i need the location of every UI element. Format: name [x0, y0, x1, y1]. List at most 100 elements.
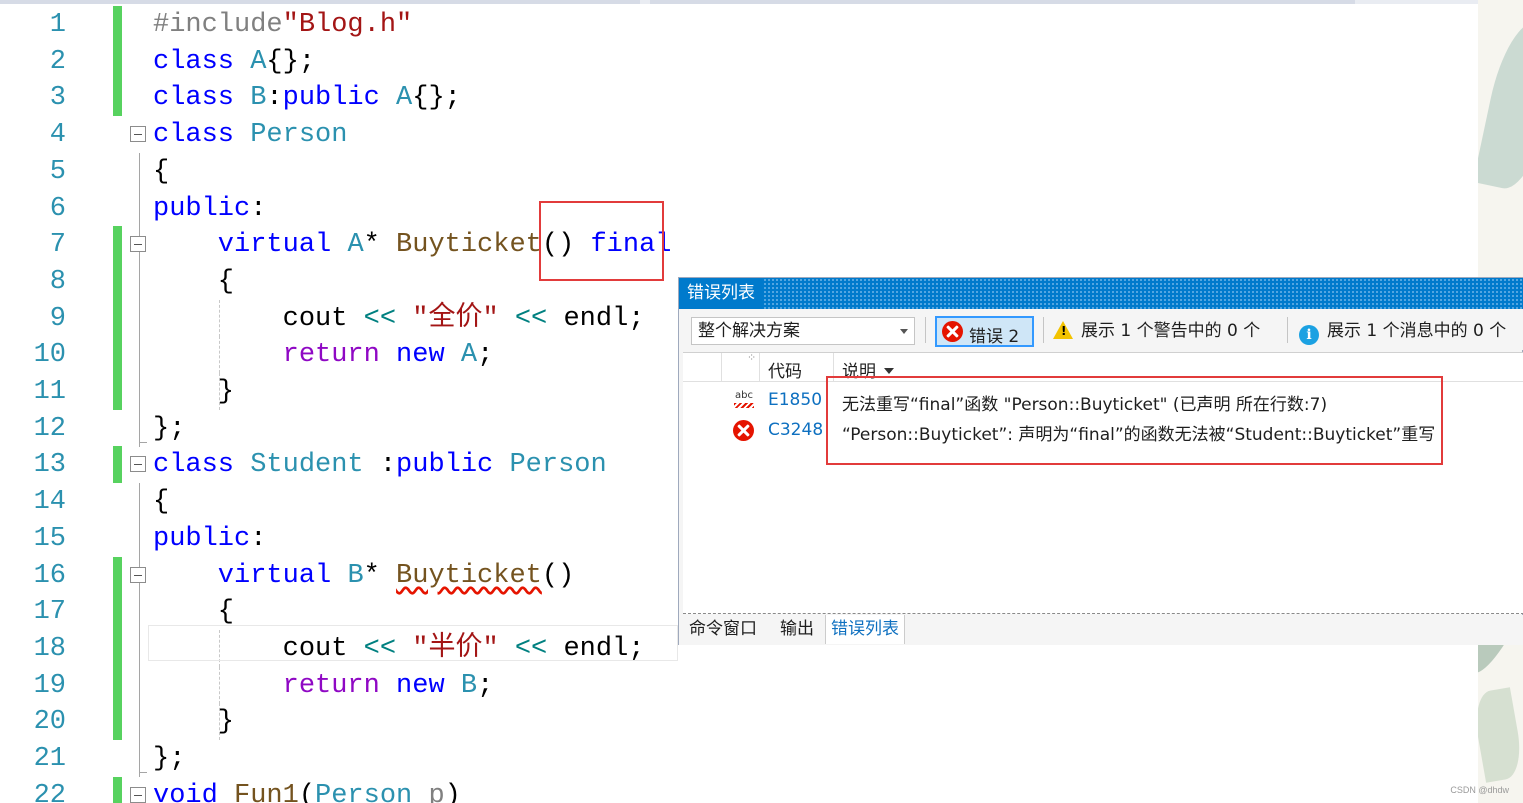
outline-guide [139, 373, 140, 410]
code-text[interactable]: } [153, 705, 234, 739]
code-text[interactable]: { [153, 485, 169, 519]
code-text[interactable]: class B:public A{}; [153, 81, 461, 115]
code-text[interactable]: return new A; [153, 338, 494, 372]
change-indicator-bar [113, 629, 122, 667]
code-line[interactable]: 5{ [0, 152, 1478, 190]
collapse-icon[interactable] [130, 126, 146, 143]
error-code[interactable]: C3248 [768, 420, 823, 440]
code-token: : [266, 83, 283, 114]
code-line[interactable]: 7 virtual A* Buyticket() final [0, 226, 1478, 264]
error-icon [733, 420, 754, 441]
code-token: "Blog.h" [282, 10, 413, 40]
code-token: }; [153, 413, 186, 444]
code-token: public [153, 193, 251, 224]
tab-output[interactable]: 输出 [775, 615, 819, 644]
code-token: new [396, 670, 461, 701]
code-line[interactable]: 1 #include"Blog.h" [0, 6, 1478, 43]
code-token: A [396, 83, 413, 114]
collapse-icon[interactable] [130, 456, 146, 473]
change-indicator-bar [113, 593, 122, 631]
panel-title-bar[interactable]: 错误列表 [679, 278, 1523, 309]
outline-guide [139, 593, 140, 631]
code-token: { [153, 266, 235, 297]
code-text[interactable]: }; [153, 742, 185, 776]
line-number: 3 [49, 83, 66, 114]
collapse-icon[interactable] [130, 566, 146, 583]
change-indicator-bar [113, 42, 122, 80]
code-text[interactable]: virtual B* Buyticket() [153, 559, 574, 593]
code-text[interactable]: public: [153, 192, 266, 226]
code-token: B [250, 83, 267, 114]
scope-dropdown[interactable]: 整个解决方案 [691, 317, 915, 345]
messages-filter-button[interactable]: i 展示 1 个消息中的 0 个 [1299, 316, 1506, 347]
code-text[interactable]: class Person [153, 118, 347, 152]
code-line[interactable]: 19 return new B; [0, 666, 1478, 704]
code-token: B [347, 560, 364, 591]
code-token: : [250, 193, 267, 224]
code-token: public [396, 450, 510, 481]
change-indicator-bar [113, 262, 122, 300]
code-text[interactable]: }; [153, 412, 185, 446]
code-line[interactable]: 22 void Fun1(Person p) [0, 776, 1478, 803]
code-token: : [379, 450, 397, 481]
code-text[interactable]: return new B; [153, 669, 494, 703]
leaf-decoration [1478, 15, 1523, 195]
code-token: {}; [266, 46, 316, 77]
code-text[interactable]: class Student :public Person [153, 448, 607, 482]
code-line[interactable]: 21}; [0, 740, 1478, 777]
leaf-decoration [1478, 687, 1523, 783]
code-token: () [541, 560, 575, 591]
code-token: << [363, 303, 397, 334]
code-text[interactable]: public: [153, 522, 266, 556]
code-token: ) [444, 780, 461, 803]
change-indicator-bar [113, 703, 122, 741]
line-number: 15 [33, 523, 66, 554]
toolbar-separator [1043, 317, 1044, 343]
code-token: virtual [153, 230, 348, 261]
code-token: cout [153, 303, 364, 334]
code-token: { [153, 597, 235, 628]
code-text[interactable]: { [153, 155, 169, 189]
tab-command-window[interactable]: 命令窗口 [684, 615, 762, 644]
code-token: : [250, 523, 267, 554]
change-indicator-bar [113, 373, 122, 410]
change-indicator-bar [113, 666, 122, 704]
scope-dropdown-value: 整个解决方案 [698, 321, 800, 341]
errors-filter-button[interactable]: 错误 2 [935, 316, 1034, 347]
code-text[interactable]: class A{}; [153, 45, 315, 79]
line-number: 14 [33, 487, 66, 518]
change-indicator-bar [113, 446, 122, 484]
line-number: 20 [33, 707, 66, 738]
change-indicator-bar [113, 226, 122, 264]
code-text[interactable]: { [153, 265, 234, 299]
code-token: << [514, 303, 548, 334]
collapse-icon[interactable] [130, 236, 146, 253]
tab-error-list[interactable]: 错误列表 [825, 615, 905, 644]
column-header-code[interactable]: 代码 [768, 357, 802, 382]
code-token: }; [153, 744, 186, 774]
code-line[interactable]: 3 class B:public A{}; [0, 79, 1478, 117]
outline-guide [139, 483, 140, 521]
code-text[interactable]: #include"Blog.h" [153, 8, 412, 42]
code-text[interactable]: } [153, 375, 234, 409]
outline-guide [139, 262, 140, 300]
code-line[interactable]: 20 } [0, 703, 1478, 741]
collapse-icon[interactable] [130, 786, 146, 803]
change-indicator-bar [113, 299, 122, 337]
code-line[interactable]: 2 class A{}; [0, 42, 1478, 80]
line-number: 10 [33, 340, 66, 371]
code-line[interactable]: 4 class Person [0, 116, 1478, 153]
code-token: class [153, 83, 251, 114]
code-token: B [460, 670, 478, 701]
code-text[interactable]: void Fun1(Person p) [153, 779, 461, 803]
line-number: 2 [49, 46, 66, 77]
code-text[interactable]: cout << "全价" << endl; [153, 302, 645, 336]
warnings-filter-button[interactable]: ! 展示 1 个警告中的 0 个 [1053, 316, 1260, 347]
change-indicator-bar [113, 776, 122, 803]
panel-title: 错误列表 [679, 278, 763, 309]
errors-filter-label: 错误 2 [969, 327, 1020, 347]
code-token: p [428, 780, 445, 803]
error-code[interactable]: E1850 [768, 390, 822, 410]
code-line[interactable]: 6 public: [0, 189, 1478, 227]
